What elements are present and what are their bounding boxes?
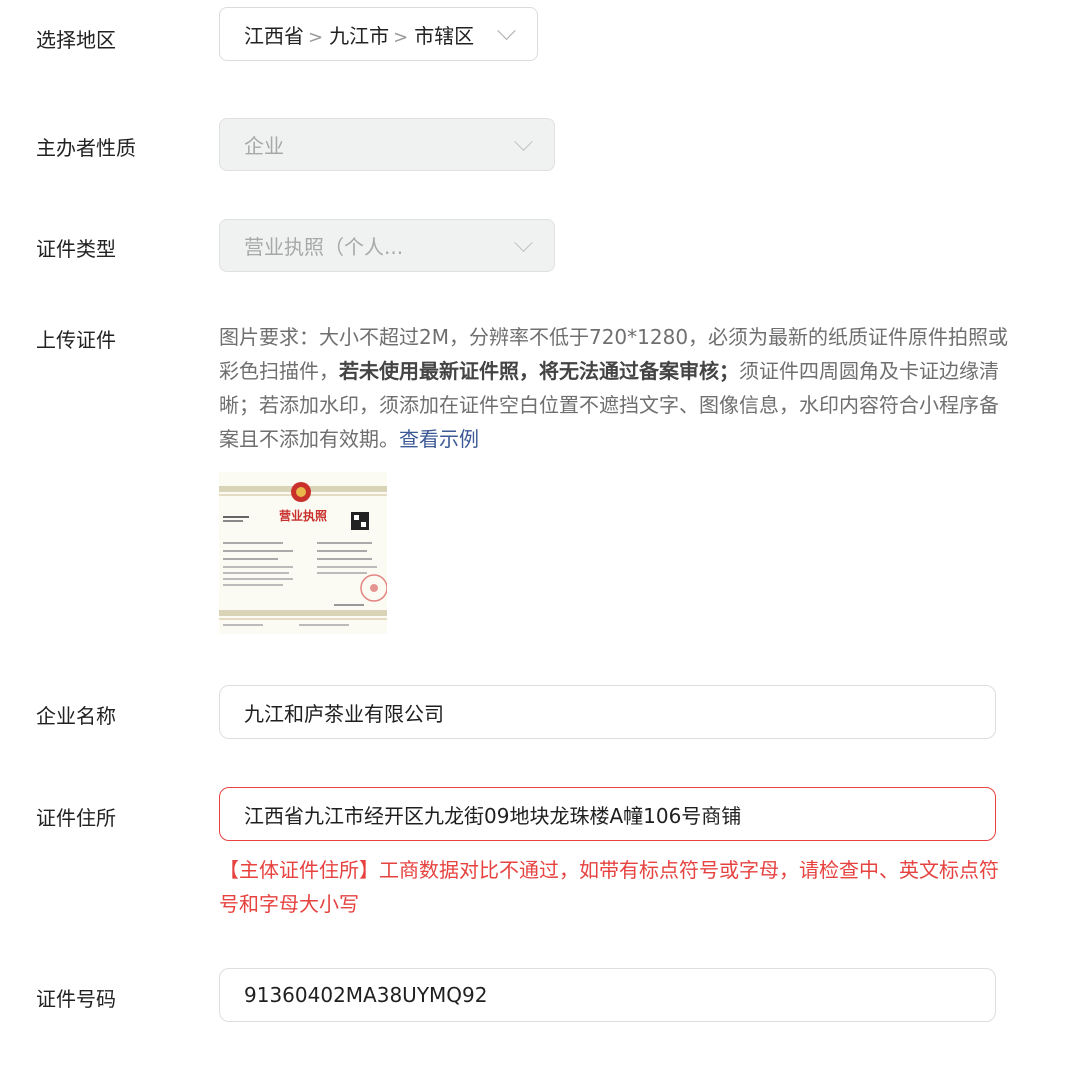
cert-type-value: 营业执照（个人... bbox=[244, 235, 404, 259]
region-province: 江西省 bbox=[244, 23, 304, 48]
chevron-down-icon bbox=[514, 132, 533, 151]
cert-address-field[interactable]: 江西省九江市经开区九龙街09地块龙珠楼A幢106号商铺 bbox=[219, 787, 996, 841]
sponsor-type-value: 企业 bbox=[244, 134, 284, 158]
license-image: 营业执照 bbox=[219, 472, 387, 634]
cert-type-select[interactable]: 营业执照（个人... bbox=[219, 219, 555, 272]
cert-address-error: 【主体证件住所】工商数据对比不通过，如带有标点符号或字母，请检查中、英文标点符号… bbox=[219, 858, 999, 916]
cert-address-value: 江西省九江市经开区九龙街09地块龙珠楼A幢106号商铺 bbox=[244, 803, 742, 828]
company-name-value: 九江和庐茶业有限公司 bbox=[244, 701, 444, 726]
cert-type-label: 证件类型 bbox=[36, 237, 116, 261]
license-title: 营业执照 bbox=[279, 508, 327, 523]
business-license-thumbnail[interactable]: 营业执照 bbox=[219, 472, 387, 634]
upload-requirements-warning: 若未使用最新证件照，将无法通过备案审核； bbox=[339, 359, 739, 383]
region-label: 选择地区 bbox=[36, 28, 116, 52]
upload-requirements: 图片要求：大小不超过2M，分辨率不低于720*1280，必须为最新的纸质证件原件… bbox=[219, 320, 1009, 456]
company-name-field[interactable]: 九江和庐茶业有限公司 bbox=[219, 685, 996, 739]
chevron-down-icon bbox=[514, 233, 533, 252]
chevron-right-icon: > bbox=[308, 26, 324, 48]
chevron-right-icon: > bbox=[393, 26, 409, 48]
company-name-label: 企业名称 bbox=[36, 704, 116, 728]
region-district: 市辖区 bbox=[414, 23, 475, 48]
region-city: 九江市 bbox=[329, 23, 390, 48]
sponsor-type-select[interactable]: 企业 bbox=[219, 118, 555, 171]
upload-label: 上传证件 bbox=[36, 328, 116, 352]
view-example-link[interactable]: 查看示例 bbox=[399, 427, 479, 451]
cert-number-field[interactable]: 91360402MA38UYMQ92 bbox=[219, 968, 996, 1022]
cert-address-label: 证件住所 bbox=[36, 806, 116, 830]
cert-number-label: 证件号码 bbox=[36, 987, 116, 1011]
region-picker[interactable]: 江西省 > 九江市 > 市辖区 bbox=[219, 7, 538, 61]
region-path: 江西省 > 九江市 > 市辖区 bbox=[220, 20, 474, 49]
sponsor-type-label: 主办者性质 bbox=[36, 136, 136, 160]
cert-number-value: 91360402MA38UYMQ92 bbox=[244, 983, 488, 1007]
chevron-down-icon bbox=[497, 21, 516, 40]
